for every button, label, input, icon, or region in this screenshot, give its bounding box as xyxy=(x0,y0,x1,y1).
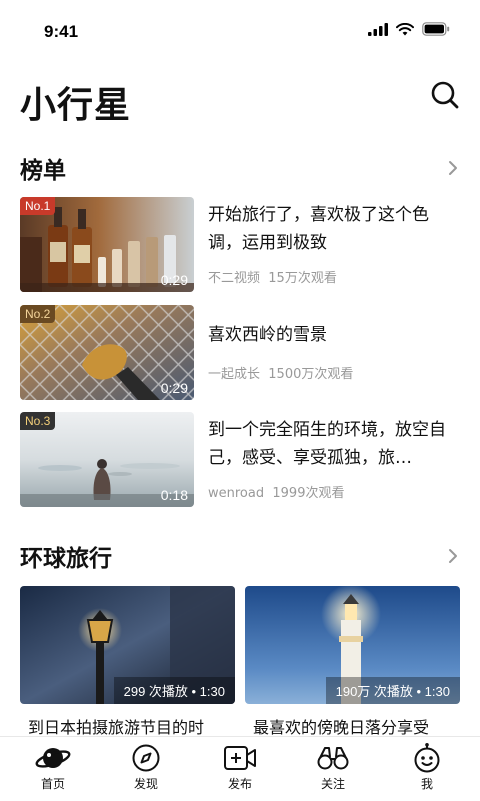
wifi-icon xyxy=(396,22,414,35)
signal-icon xyxy=(368,22,388,36)
section-title-global-travel: 环球旅行 xyxy=(20,546,112,572)
global-travel-header[interactable]: 环球旅行 xyxy=(20,539,460,573)
video-duration: 0:18 xyxy=(160,487,188,503)
rank-badge: No.2 xyxy=(20,305,56,323)
card-play-stat: 299 次播放 • 1:30 xyxy=(113,677,235,704)
video-card[interactable]: 190万 次播放 • 1:30 xyxy=(245,586,460,704)
tab-home[interactable]: 首页 xyxy=(13,743,93,799)
rank-badge: No.1 xyxy=(20,197,56,215)
tab-me[interactable]: 我 xyxy=(387,743,467,799)
planet-icon xyxy=(35,748,71,768)
tab-label: 发现 xyxy=(133,777,158,791)
video-thumbnail[interactable]: No.1 0:29 xyxy=(20,197,194,292)
search-icon[interactable] xyxy=(430,80,460,110)
chevron-right-icon[interactable] xyxy=(446,546,460,566)
tab-publish[interactable]: 发布 xyxy=(200,743,280,799)
status-icons xyxy=(368,22,450,36)
rank-item[interactable]: No.3 0:18 到一个完全陌生的环境，放空自己，感受、享受孤独，旅… wen… xyxy=(20,412,460,508)
video-meta: 不二视频 15万次观看 xyxy=(208,267,337,286)
video-duration: 0:29 xyxy=(160,380,188,396)
rank-item[interactable]: No.2 0:29 喜欢西岭的雪景 一起成长 1500万次观看 xyxy=(20,305,460,401)
section-title-ranking: 榜单 xyxy=(20,158,66,184)
tab-label: 关注 xyxy=(320,777,345,791)
video-views: 1500万次观看 xyxy=(268,367,354,382)
page-title: 小行星 xyxy=(20,85,132,126)
card-play-stat: 190万 次播放 • 1:30 xyxy=(325,677,460,704)
video-title[interactable]: 开始旅行了，喜欢极了这个色调，运用到极致 xyxy=(208,201,460,257)
card-title[interactable]: 最喜欢的傍晚日落分享受 xyxy=(253,714,468,738)
tab-bar: 首页 发现 发布 关注 我 xyxy=(0,736,480,801)
video-duration: 0:29 xyxy=(160,272,188,288)
video-thumbnail[interactable]: No.2 0:29 xyxy=(20,305,194,400)
video-views: 15万次观看 xyxy=(268,271,337,286)
tab-follow[interactable]: 关注 xyxy=(293,743,373,799)
compass-icon xyxy=(132,744,160,772)
battery-icon xyxy=(422,22,450,36)
card-title[interactable]: 到日本拍摄旅游节目的时 xyxy=(28,714,243,738)
tab-label: 发布 xyxy=(227,777,252,791)
robot-face-icon xyxy=(414,743,440,773)
video-author: 一起成长 xyxy=(208,367,261,382)
video-title[interactable]: 喜欢西岭的雪景 xyxy=(208,321,460,349)
rank-item[interactable]: No.1 0:29 开始旅行了，喜欢极了这个色调，运用到极致 不二视频 15万次… xyxy=(20,197,460,293)
video-title[interactable]: 到一个完全陌生的环境，放空自己，感受、享受孤独，旅… xyxy=(208,416,460,472)
binoculars-icon xyxy=(317,747,349,770)
tab-discover[interactable]: 发现 xyxy=(106,743,186,799)
video-views: 1999次观看 xyxy=(272,486,345,501)
chevron-right-icon[interactable] xyxy=(446,158,460,178)
video-card[interactable]: 299 次播放 • 1:30 xyxy=(20,586,235,704)
tab-label: 首页 xyxy=(40,777,65,791)
video-author: 不二视频 xyxy=(208,271,261,286)
video-thumbnail[interactable]: No.3 0:18 xyxy=(20,412,194,507)
status-bar: 9:41 xyxy=(0,0,480,60)
video-meta: wenroad 1999次观看 xyxy=(208,482,344,501)
video-meta: 一起成长 1500万次观看 xyxy=(208,363,353,382)
status-time: 9:41 xyxy=(44,22,79,41)
rank-badge: No.3 xyxy=(20,412,56,430)
video-author: wenroad xyxy=(208,486,265,501)
video-add-icon xyxy=(224,746,256,770)
tab-label: 我 xyxy=(420,777,433,791)
ranking-header[interactable]: 榜单 xyxy=(20,151,460,185)
